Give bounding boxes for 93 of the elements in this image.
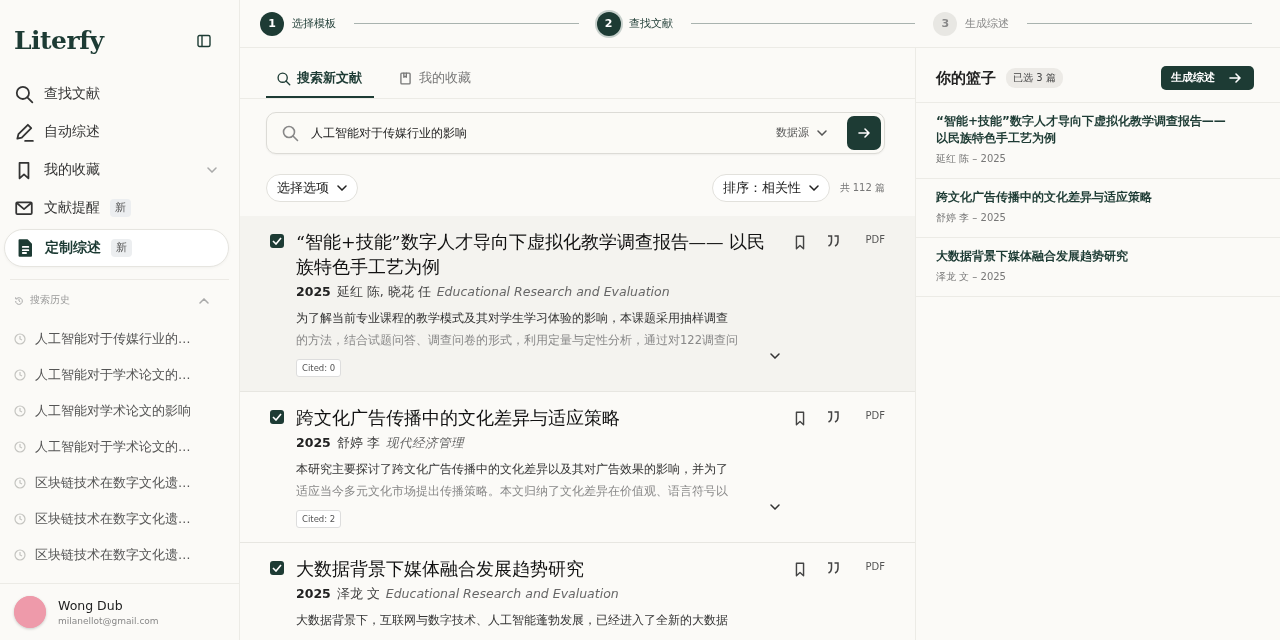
result-count: 共 112 篇 xyxy=(839,181,885,195)
paper-title[interactable]: 跨文化广告传播中的文化差异与适应策略 xyxy=(296,406,780,431)
clock-icon xyxy=(14,369,26,381)
step-label: 查找文献 xyxy=(628,16,673,31)
clock-icon xyxy=(14,477,26,489)
basket-item-meta: 舒婷 李 – 2025 xyxy=(936,211,1007,225)
quote-icon[interactable] xyxy=(825,561,840,575)
checkbox[interactable] xyxy=(270,410,284,424)
basket-item-meta: 延红 陈 – 2025 xyxy=(936,152,1007,166)
clock-icon xyxy=(14,441,26,453)
pen-icon xyxy=(14,122,34,142)
history-item[interactable]: 人工智能对于学术论文的… xyxy=(35,366,191,384)
history-item[interactable]: 人工智能对于学术论文的… xyxy=(35,438,191,456)
history-item[interactable]: 区块链技术在数字文化遗… xyxy=(35,546,191,564)
nav-item[interactable]: 自动综述 xyxy=(4,115,229,149)
history-item[interactable]: 人工智能对于传媒行业的… xyxy=(35,330,191,348)
pdf-link[interactable]: PDF xyxy=(865,234,885,245)
paper-authors: 延红 陈, 晓花 任 xyxy=(336,284,431,301)
cited-count: Cited: 0 xyxy=(296,359,342,377)
paper-year: 2025 xyxy=(296,435,331,450)
paper-venue: 现代经济管理 xyxy=(385,435,464,452)
clock-icon xyxy=(14,405,26,417)
nav-item[interactable]: 我的收藏 xyxy=(4,153,229,187)
abstract-line: 为了解当前专业课程的教学模式及其对学生学习体验的影响，本课题采用抽样调查 xyxy=(296,310,729,327)
search-submit-button[interactable] xyxy=(847,116,881,150)
quote-icon[interactable] xyxy=(825,410,840,424)
tab[interactable]: 我的收藏 xyxy=(388,62,483,98)
checkbox[interactable] xyxy=(270,561,284,575)
generate-review-button[interactable]: 生成综述 xyxy=(1161,66,1254,90)
cited-count: Cited: 2 xyxy=(296,510,342,528)
quote-icon[interactable] xyxy=(825,234,840,248)
nav-item[interactable]: 文献提醒 新 xyxy=(4,191,229,225)
step-number: 1 xyxy=(260,11,284,36)
new-badge: 新 xyxy=(111,239,132,257)
chevron-down-icon xyxy=(817,130,827,136)
chevron-down-icon xyxy=(207,167,217,173)
search-icon xyxy=(281,124,299,142)
step-number: 3 xyxy=(933,11,958,36)
basket-item-title[interactable]: 跨文化广告传播中的文化差异与适应策略 xyxy=(936,189,1226,206)
history-item[interactable]: 区块链技术在数字文化遗… xyxy=(35,474,191,492)
paper-authors: 舒婷 李 xyxy=(336,435,380,452)
search-icon xyxy=(14,84,34,104)
paper-year: 2025 xyxy=(296,284,331,299)
sidebar-toggle-icon[interactable] xyxy=(197,33,211,48)
step-number: 2 xyxy=(596,11,621,36)
arrow-icon xyxy=(857,127,871,139)
clock-icon xyxy=(14,333,26,345)
abstract-line: 本研究主要探讨了跨文化广告传播中的文化差异以及其对广告效果的影响，并为了 xyxy=(296,461,729,478)
abstract-line: 适应当今多元文化市场提出传播策略。本文归纳了文化差异在价值观、语言符号以 xyxy=(296,483,729,500)
checkbox[interactable] xyxy=(270,234,284,248)
user-name: Wong Dub xyxy=(58,598,124,613)
chevron-down-icon xyxy=(808,185,819,191)
basket-item-meta: 泽龙 文 – 2025 xyxy=(936,270,1007,284)
expand-chevron-icon xyxy=(769,504,780,510)
expand-chevron-icon xyxy=(769,353,780,359)
pdf-link[interactable]: PDF xyxy=(865,561,885,572)
chevron-down-icon xyxy=(337,185,347,191)
nav-item[interactable]: 定制综述 新 xyxy=(4,229,229,267)
basket-item-title[interactable]: “智能+技能”数字人才导向下虚拟化教学调查报告——以民族特色手工艺为例 xyxy=(936,113,1226,147)
abstract-line: 大数据背景下，互联网与数字技术、人工智能蓬勃发展，已经进入了全新的大数据 xyxy=(296,612,729,629)
history-item[interactable]: 人工智能对学术论文的影响 xyxy=(35,402,191,420)
new-badge: 新 xyxy=(110,199,131,217)
avatar xyxy=(14,596,46,628)
history-title: 搜索历史 xyxy=(30,294,70,307)
paper-title[interactable]: “智能+技能”数字人才导向下虚拟化教学调查报告—— 以民族特色手工艺为例 xyxy=(296,230,780,280)
selected-count: 已选 3 篇 xyxy=(1006,68,1063,88)
arrow-icon xyxy=(1229,72,1242,84)
abstract-line: 的方法，结合试题问答、调查问卷的形式，利用定量与定性分析，通过对122调查问 xyxy=(296,332,739,349)
user-email: milanellot@gmail.com xyxy=(58,616,159,626)
options-dropdown[interactable]: 选择选项 xyxy=(266,174,358,202)
paper-venue: Educational Research and Evaluation xyxy=(385,586,619,601)
step-label: 生成综述 xyxy=(965,16,1010,31)
nav-item[interactable]: 查找文献 xyxy=(4,77,229,111)
paper-title[interactable]: 大数据背景下媒体融合发展趋势研究 xyxy=(296,557,780,582)
book-icon xyxy=(398,71,413,86)
paper-year: 2025 xyxy=(296,586,331,601)
chevron-up-icon xyxy=(199,297,209,304)
pdf-link[interactable]: PDF xyxy=(865,410,885,421)
clock-icon xyxy=(14,549,26,561)
source-dropdown[interactable]: 数据源 xyxy=(776,126,827,140)
basket-item-title[interactable]: 大数据背景下媒体融合发展趋势研究 xyxy=(936,248,1226,265)
basket-title: 你的篮子 xyxy=(936,68,996,88)
clock-icon xyxy=(14,513,26,525)
step-label: 选择模板 xyxy=(292,16,336,31)
history-icon xyxy=(14,295,24,306)
paper-authors: 泽龙 文 xyxy=(336,586,380,603)
tab[interactable]: 搜索新文献 xyxy=(266,62,374,98)
paper-venue: Educational Research and Evaluation xyxy=(436,284,670,299)
search-field[interactable]: 人工智能对于传媒行业的影响 数据源 xyxy=(266,112,885,154)
search-icon xyxy=(276,71,291,86)
sort-dropdown[interactable]: 排序：相关性 xyxy=(711,174,830,202)
history-item[interactable]: 区块链技术在数字文化遗… xyxy=(35,510,191,528)
logo: Literfy xyxy=(14,26,104,55)
